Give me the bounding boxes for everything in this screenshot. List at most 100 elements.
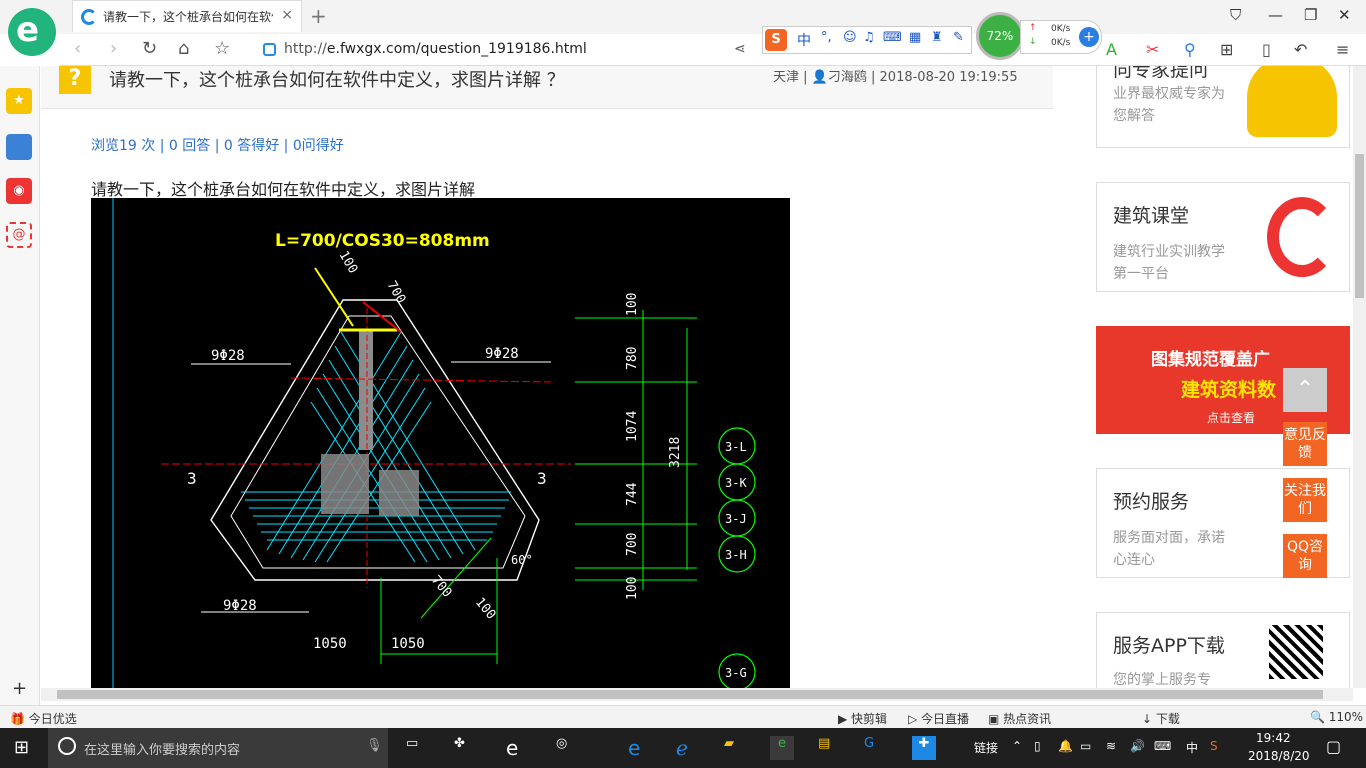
home-icon[interactable]: ⌂ [178, 38, 189, 59]
swirl-app-icon[interactable]: ◎ [556, 736, 580, 760]
plus-app-icon[interactable]: ✚ [912, 736, 936, 760]
g-app-icon[interactable]: G [864, 736, 888, 760]
menu-icon[interactable]: ≡ [1336, 40, 1349, 59]
tray-ime[interactable]: 中 [1186, 739, 1198, 756]
cad-dim-1050-left: 1050 [313, 636, 347, 652]
translate-icon[interactable]: A [1106, 40, 1117, 59]
cad-axis-2: 3-J [725, 512, 747, 526]
clock-time[interactable]: 19:42 [1256, 731, 1291, 745]
folder-icon[interactable]: ▰ [724, 736, 748, 760]
tray-volume-icon[interactable]: 🔊 [1130, 739, 1145, 753]
ime-toolbar[interactable]: S 中 °, ☺ ♫ ⌨ ▦ ♜ ✎ [762, 26, 972, 54]
card-title: 预约服务 [1113, 491, 1190, 513]
tray-sogou-icon[interactable]: S [1210, 739, 1218, 753]
meta-user[interactable]: 刁海鸥 [828, 70, 867, 85]
cad-axis-0: 3-L [725, 440, 747, 454]
question-stats[interactable]: 浏览19 次 | 0 回答 | 0 答得好 | 0问得好 [91, 135, 344, 155]
microphone-icon[interactable]: 🎙 [366, 738, 383, 753]
emoji-icon[interactable]: ☺ [843, 30, 857, 45]
cad-dim-right-2: 1074 [625, 411, 640, 442]
app-download-card[interactable]: 服务APP下载 您的掌上服务专 [1096, 612, 1350, 688]
card-desc: 您的掌上服务专 [1113, 672, 1211, 688]
shirt-icon[interactable]: ♜ [931, 30, 943, 45]
clock-date[interactable]: 2018/8/20 [1248, 749, 1310, 763]
banner-cta[interactable]: 点击查看 [1207, 409, 1255, 426]
memory-gauge[interactable]: 72% [976, 12, 1024, 60]
cad-pile-left [321, 454, 369, 514]
pinwheel-icon[interactable]: ✤ [454, 736, 478, 760]
cad-angle: 60° [511, 553, 533, 567]
scissors-icon[interactable]: ✂ [1146, 40, 1159, 59]
download-status[interactable]: ↓ 下载 [1142, 710, 1180, 727]
horizontal-scrollbar[interactable] [41, 688, 1353, 701]
tray-battery-icon[interactable]: ▭ [1080, 739, 1091, 753]
refresh-icon[interactable]: ↻ [142, 38, 157, 59]
microphone-icon[interactable]: ♫ [863, 30, 875, 45]
tray-bell-icon[interactable]: 🔔 [1058, 739, 1073, 753]
quick-cut[interactable]: ▶ 快剪辑 [838, 710, 887, 727]
apps-grid-icon[interactable]: ⊞ [1220, 40, 1233, 59]
minimize-button[interactable]: — [1268, 6, 1283, 24]
favorite-star-icon[interactable]: ☆ [214, 38, 230, 59]
edge-icon[interactable]: e [628, 736, 652, 760]
browser-tab[interactable]: 请教一下，这个桩承台如何在软件中定义 × [72, 0, 302, 32]
taskbar-search[interactable]: 在这里输入你要搜索的内容 🎙 [48, 728, 388, 768]
ie-icon[interactable]: ℯ [676, 736, 700, 760]
close-tab-icon[interactable]: × [281, 7, 293, 23]
email-icon[interactable]: @ [6, 222, 32, 248]
tray-phone-icon[interactable]: ▯ [1034, 739, 1041, 753]
windows-start-icon[interactable]: ⊞ [14, 737, 29, 758]
building-class-card[interactable]: 建筑课堂 建筑行业实训教学第一平台 [1096, 182, 1350, 292]
back-icon[interactable]: ‹ [74, 38, 81, 59]
keyboard-icon[interactable]: ⌨ [883, 30, 902, 45]
zoom-level[interactable]: 🔍 110% [1310, 710, 1363, 724]
notification-icon[interactable]: ▢ [1326, 737, 1341, 756]
question-meta: 天津 | 👤刁海鸥 | 2018-08-20 19:19:55 [773, 70, 1018, 85]
link-label[interactable]: 链接 [974, 739, 998, 756]
today-picks[interactable]: 🎁 今日优选 [10, 710, 77, 727]
feedback-button[interactable]: 意见反馈 [1283, 422, 1327, 466]
cad-cap-outline [210, 299, 540, 581]
tray-chevron-icon[interactable]: ⌃ [1012, 739, 1022, 753]
taskbar: ⊞ 在这里输入你要搜索的内容 🎙 ▭ ✤ e ◎ e ℯ ▰ e ▤ G ✚ 链… [0, 728, 1366, 768]
punctuation-icon[interactable]: °, [821, 30, 832, 45]
horizontal-scroll-thumb[interactable] [57, 690, 1323, 699]
browser-logo[interactable]: e [8, 8, 56, 56]
restore-button[interactable]: ❐ [1304, 6, 1317, 24]
notes-icon[interactable]: ▤ [818, 736, 842, 760]
vertical-scrollbar[interactable] [1353, 66, 1366, 688]
live-today[interactable]: ▷ 今日直播 [908, 710, 969, 727]
new-tab-button[interactable]: + [310, 4, 327, 28]
qq-consult-button[interactable]: QQ咨询 [1283, 534, 1327, 578]
active-browser-icon[interactable]: e [770, 736, 794, 760]
cad-yellow-arrow [314, 267, 354, 327]
cad-axis-1: 3-K [725, 476, 747, 490]
close-window-button[interactable]: ✕ [1338, 6, 1351, 24]
tablet-icon[interactable]: ▯ [1262, 40, 1271, 59]
news-icon[interactable] [6, 134, 32, 160]
ask-expert-card[interactable]: 向专家提问 业界最权威专家为您解答 [1096, 66, 1350, 148]
weibo-icon[interactable]: ◉ [6, 178, 32, 204]
hot-news[interactable]: ▣ 热点资讯 [988, 710, 1051, 727]
follow-us-button[interactable]: 关注我们 [1283, 478, 1327, 522]
add-icon[interactable]: + [1079, 27, 1099, 47]
tray-keyboard-icon[interactable]: ⌨ [1154, 739, 1171, 753]
vertical-scroll-thumb[interactable] [1355, 154, 1364, 298]
undo-icon[interactable]: ↶ [1294, 40, 1307, 59]
wrench-icon[interactable]: ✎ [953, 30, 964, 45]
tools-icon[interactable]: ▦ [909, 30, 921, 45]
sogou-icon: S [765, 29, 787, 51]
forward-icon[interactable]: › [110, 38, 117, 59]
cad-dim-right-3: 744 [625, 482, 640, 506]
share-icon[interactable]: ⋖ [734, 41, 746, 57]
ime-mode[interactable]: 中 [797, 30, 811, 50]
tray-wifi-icon[interactable]: ≋ [1106, 739, 1116, 753]
add-sidebar-icon[interactable]: + [12, 678, 27, 699]
task-view-icon[interactable]: ▭ [406, 736, 430, 760]
ie-app-icon[interactable]: e [506, 736, 530, 760]
shirt-skin-icon[interactable]: ⛉ [1230, 6, 1241, 24]
address-input[interactable]: http://e.fwxgx.com/question_1919186.html [284, 41, 587, 57]
favorites-icon[interactable]: ★ [6, 88, 32, 114]
back-to-top-icon[interactable]: ⌃ [1283, 368, 1327, 412]
search-icon[interactable]: ⚲ [1184, 40, 1196, 59]
